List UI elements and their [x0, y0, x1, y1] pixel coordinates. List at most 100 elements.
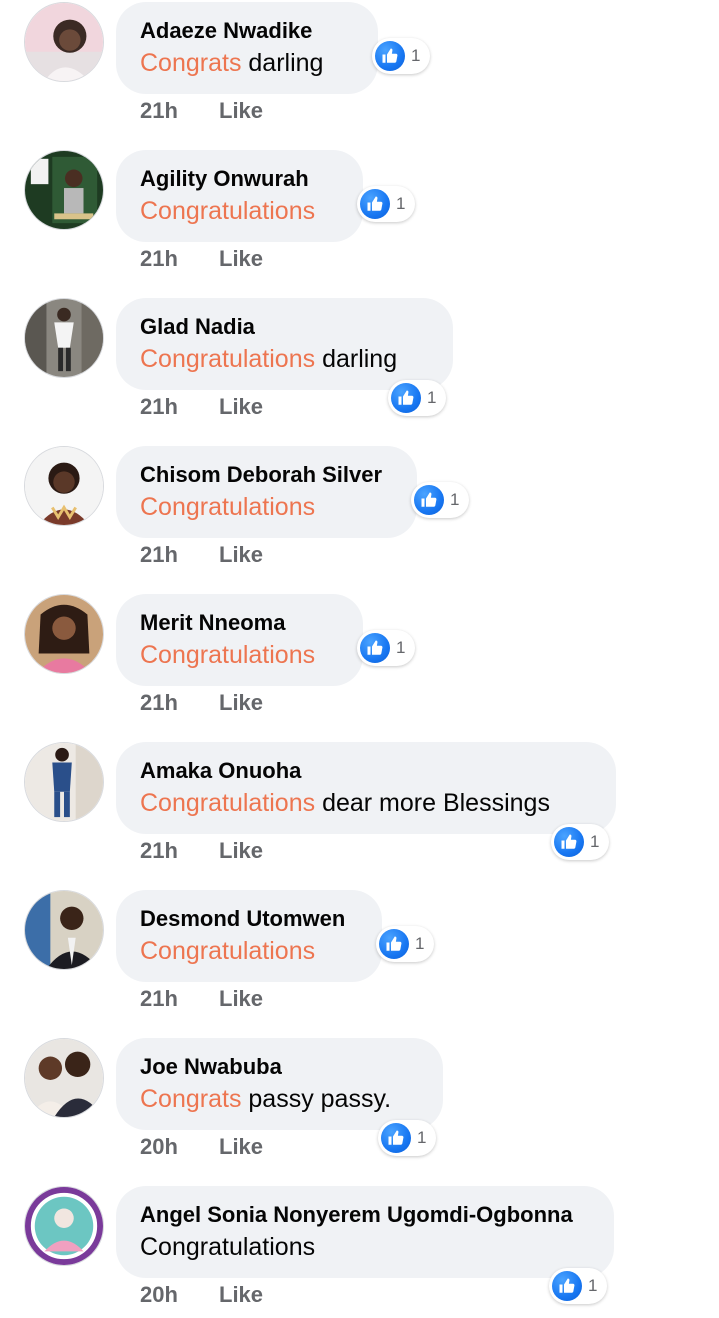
timestamp[interactable]: 21h: [140, 986, 219, 1012]
comment-text: Congratulations dear more Blessings: [140, 786, 592, 820]
thumbs-up-icon: [360, 189, 390, 219]
like-button[interactable]: Like: [219, 98, 263, 124]
comment-author[interactable]: Merit Nneoma: [140, 608, 339, 638]
comment-bubble: Adaeze Nwadike Congrats darling: [116, 2, 378, 94]
timestamp[interactable]: 20h: [140, 1134, 219, 1160]
highlighted-word[interactable]: Congrats: [140, 49, 241, 77]
comment-text: Congratulations: [140, 638, 339, 672]
timestamp[interactable]: 21h: [140, 690, 219, 716]
reaction-badge[interactable]: 1: [372, 38, 431, 74]
comment-meta: 20h Like: [140, 1282, 263, 1308]
thumbs-up-icon: [552, 1271, 582, 1301]
comment-meta: 21h Like: [140, 986, 263, 1012]
reaction-count: 1: [415, 934, 425, 953]
comment-item: Desmond Utomwen Congratulations 1 21h Li…: [0, 890, 719, 1038]
reaction-count: 1: [417, 1128, 427, 1147]
comment-text: Congratulations: [140, 934, 358, 968]
like-button[interactable]: Like: [219, 394, 263, 420]
reaction-count: 1: [590, 832, 600, 851]
comment-author[interactable]: Adaeze Nwadike: [140, 16, 354, 46]
like-button[interactable]: Like: [219, 542, 263, 568]
like-button[interactable]: Like: [219, 986, 263, 1012]
comment-meta: 21h Like: [140, 838, 263, 864]
reaction-badge[interactable]: 1: [376, 926, 435, 962]
highlighted-word[interactable]: Congratulations: [140, 345, 315, 373]
like-button[interactable]: Like: [219, 690, 263, 716]
comment-text: Congratulations darling: [140, 342, 429, 376]
comment-item: Joe Nwabuba Congrats passy passy. 1 20h …: [0, 1038, 719, 1186]
comment-author[interactable]: Agility Onwurah: [140, 164, 339, 194]
like-button[interactable]: Like: [219, 838, 263, 864]
reaction-count: 1: [396, 638, 406, 657]
thumbs-up-icon: [381, 1123, 411, 1153]
comment-bubble: Desmond Utomwen Congratulations: [116, 890, 382, 982]
like-button[interactable]: Like: [219, 246, 263, 272]
comment-item: Chisom Deborah Silver Congratulations 1 …: [0, 446, 719, 594]
reaction-badge[interactable]: 1: [357, 186, 416, 222]
reaction-count: 1: [450, 490, 460, 509]
comment-meta: 21h Like: [140, 690, 263, 716]
comment-bubble: Angel Sonia Nonyerem Ugomdi-Ogbonna Cong…: [116, 1186, 614, 1278]
comment-item: Agility Onwurah Congratulations 1 21h Li…: [0, 150, 719, 298]
reaction-badge[interactable]: 1: [357, 630, 416, 666]
avatar[interactable]: [24, 2, 104, 82]
like-button[interactable]: Like: [219, 1282, 263, 1308]
avatar[interactable]: [24, 742, 104, 822]
timestamp[interactable]: 21h: [140, 394, 219, 420]
comment-bubble: Chisom Deborah Silver Congratulations: [116, 446, 417, 538]
comment-author[interactable]: Amaka Onuoha: [140, 756, 592, 786]
reaction-count: 1: [588, 1276, 598, 1295]
thumbs-up-icon: [391, 383, 421, 413]
avatar[interactable]: [24, 1038, 104, 1118]
highlighted-word[interactable]: Congratulations: [140, 197, 315, 225]
comment-meta: 20h Like: [140, 1134, 263, 1160]
timestamp[interactable]: 20h: [140, 1282, 219, 1308]
highlighted-word[interactable]: Congrats: [140, 1085, 241, 1113]
reaction-badge[interactable]: 1: [388, 380, 447, 416]
avatar[interactable]: [24, 594, 104, 674]
avatar[interactable]: [24, 446, 104, 526]
comment-bubble: Agility Onwurah Congratulations: [116, 150, 363, 242]
thumbs-up-icon: [414, 485, 444, 515]
comment-item: Glad Nadia Congratulations darling 1 21h…: [0, 298, 719, 446]
thumbs-up-icon: [379, 929, 409, 959]
comment-body: darling: [315, 345, 398, 373]
timestamp[interactable]: 21h: [140, 246, 219, 272]
timestamp[interactable]: 21h: [140, 542, 219, 568]
avatar[interactable]: [24, 150, 104, 230]
comment-author[interactable]: Chisom Deborah Silver: [140, 460, 393, 490]
reaction-count: 1: [396, 194, 406, 213]
highlighted-word[interactable]: Congratulations: [140, 493, 315, 521]
like-button[interactable]: Like: [219, 1134, 263, 1160]
avatar[interactable]: [24, 1186, 104, 1266]
timestamp[interactable]: 21h: [140, 838, 219, 864]
reaction-badge[interactable]: 1: [551, 824, 610, 860]
comment-author[interactable]: Glad Nadia: [140, 312, 429, 342]
comment-body: dear more Blessings: [315, 789, 550, 817]
timestamp[interactable]: 21h: [140, 98, 219, 124]
highlighted-word[interactable]: Congratulations: [140, 789, 315, 817]
comment-meta: 21h Like: [140, 542, 263, 568]
reaction-badge[interactable]: 1: [549, 1268, 608, 1304]
avatar[interactable]: [24, 890, 104, 970]
comment-item: Merit Nneoma Congratulations 1 21h Like: [0, 594, 719, 742]
highlighted-word[interactable]: Congratulations: [140, 641, 315, 669]
reaction-count: 1: [427, 388, 437, 407]
comment-author[interactable]: Joe Nwabuba: [140, 1052, 419, 1082]
reaction-badge[interactable]: 1: [411, 482, 470, 518]
comment-item: Adaeze Nwadike Congrats darling 1 21h Li…: [0, 2, 719, 150]
comment-author[interactable]: Desmond Utomwen: [140, 904, 358, 934]
thumbs-up-icon: [554, 827, 584, 857]
comment-body: Congratulations: [140, 1233, 316, 1261]
avatar[interactable]: [24, 298, 104, 378]
highlighted-word[interactable]: Congratulations: [140, 937, 315, 965]
comment-meta: 21h Like: [140, 394, 263, 420]
comment-text: Congrats darling: [140, 46, 354, 80]
comment-bubble: Joe Nwabuba Congrats passy passy.: [116, 1038, 443, 1130]
reaction-badge[interactable]: 1: [378, 1120, 437, 1156]
comment-item: Angel Sonia Nonyerem Ugomdi-Ogbonna Cong…: [0, 1186, 719, 1318]
comment-body: darling: [241, 49, 324, 77]
thumbs-up-icon: [375, 41, 405, 71]
comment-text: Congratulations: [140, 194, 339, 228]
comment-author[interactable]: Angel Sonia Nonyerem Ugomdi-Ogbonna: [140, 1200, 590, 1230]
